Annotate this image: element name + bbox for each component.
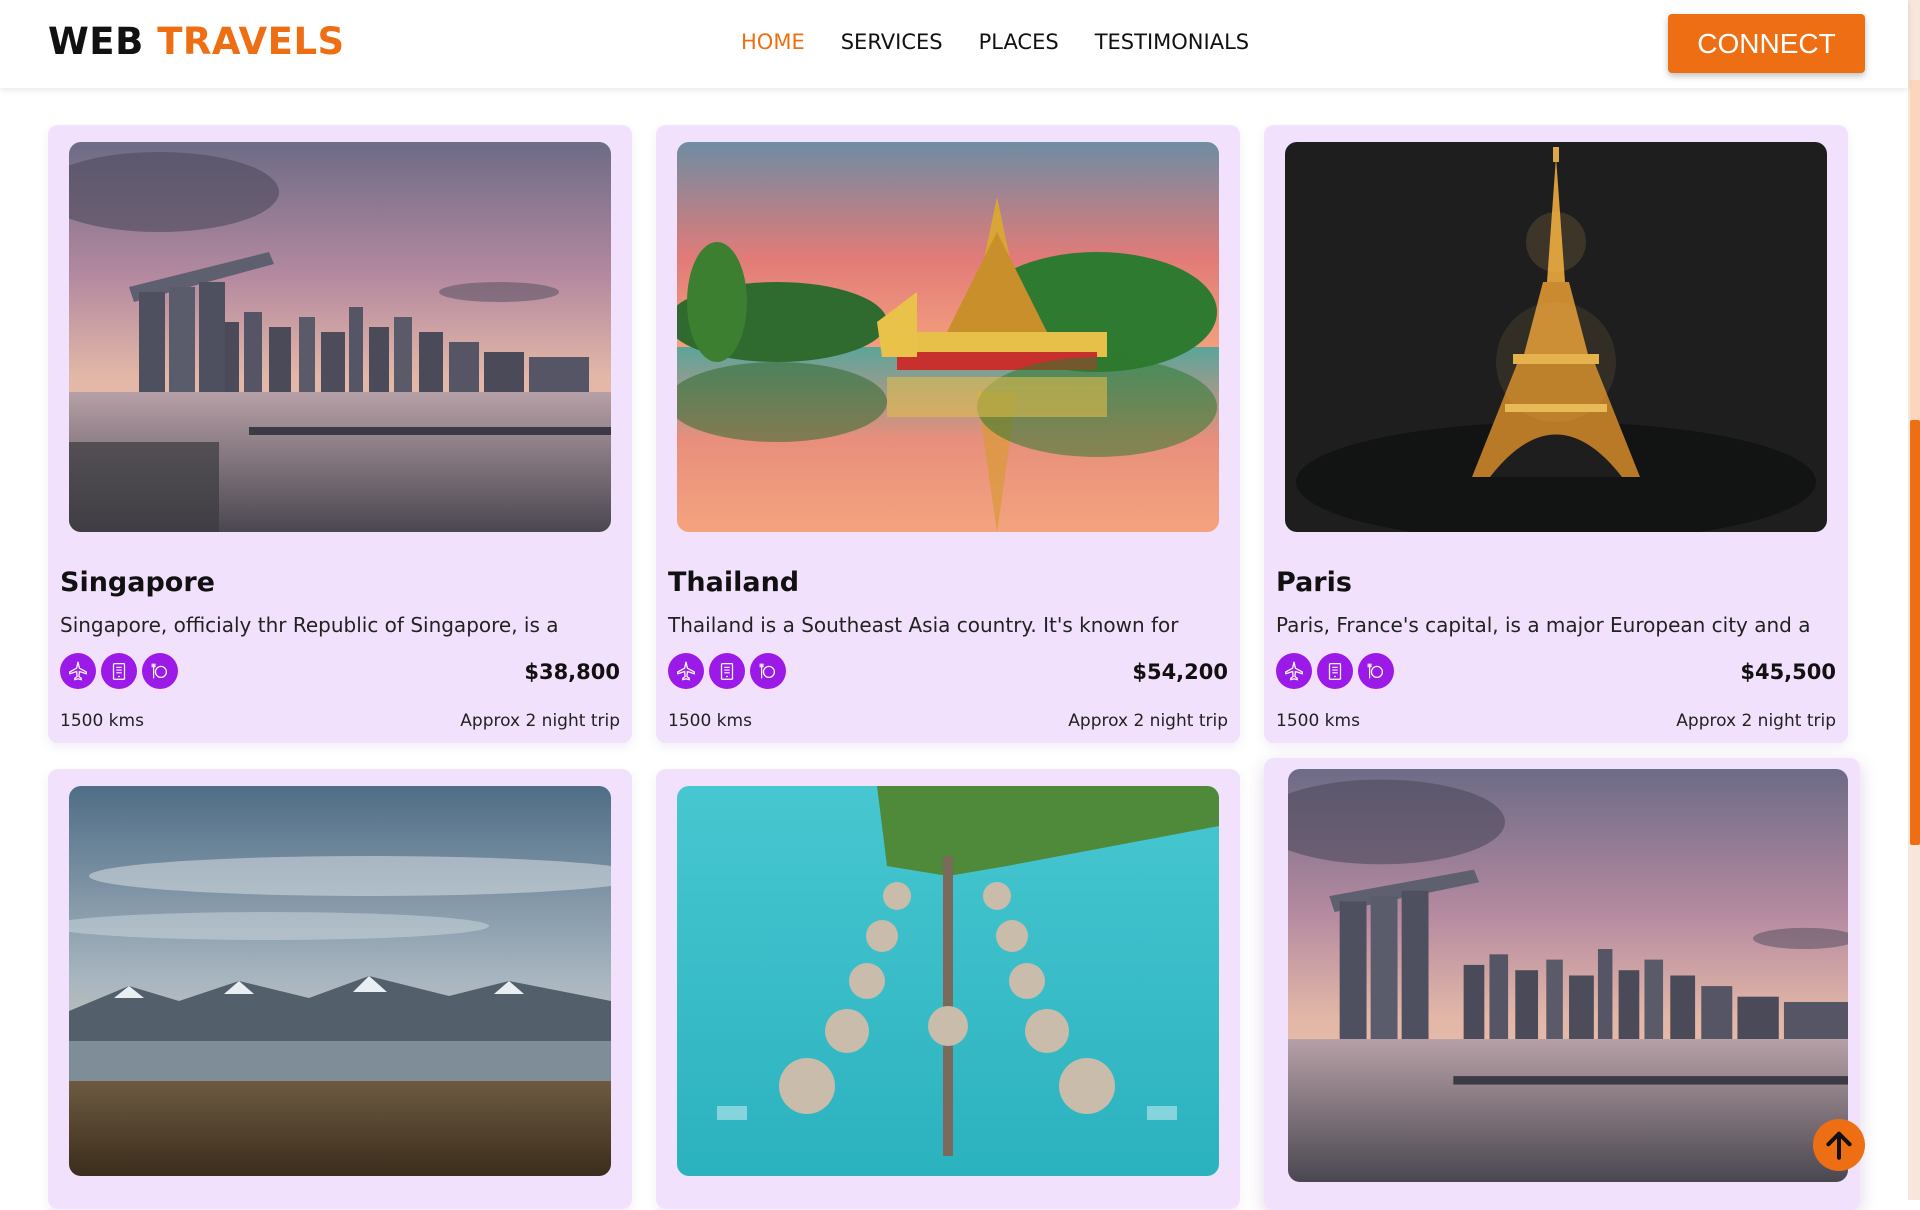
card-description: Thailand is a Southeast Asia country. It…	[668, 613, 1179, 637]
card-trip-duration: Approx 2 night trip	[460, 711, 620, 731]
card-distance: 1500 kms	[1276, 711, 1360, 731]
back-to-top-button[interactable]	[1813, 1119, 1865, 1171]
card-price: $38,800	[524, 660, 620, 684]
nav-places[interactable]: PLACES	[979, 30, 1059, 54]
card-description: Paris, France's capital, is a major Euro…	[1276, 613, 1811, 637]
singapore-image-2	[1288, 769, 1848, 1182]
place-card-bungalows[interactable]	[656, 769, 1240, 1209]
nav-testimonials[interactable]: TESTIMONIALS	[1095, 30, 1249, 54]
feature-icons	[1276, 653, 1394, 689]
card-description: Singapore, officialy thr Republic of Sin…	[60, 613, 559, 637]
scrollbar-track-upper	[1910, 80, 1920, 420]
scrollbar-thumb[interactable]	[1910, 420, 1920, 845]
hotel-icon	[1317, 653, 1353, 689]
place-card-singapore-2[interactable]	[1264, 758, 1860, 1210]
feature-icons	[60, 653, 178, 689]
card-title: Paris	[1276, 567, 1352, 598]
mountain-lake-image	[69, 786, 611, 1176]
card-distance: 1500 kms	[668, 711, 752, 731]
place-card-mountain-lake[interactable]	[48, 769, 632, 1209]
card-trip-duration: Approx 2 night trip	[1676, 711, 1836, 731]
place-card-singapore[interactable]: Singapore Singapore, officialy thr Repub…	[48, 125, 632, 743]
card-trip-duration: Approx 2 night trip	[1068, 711, 1228, 731]
hotel-icon	[709, 653, 745, 689]
site-header: WEB TRAVELS HOME SERVICES PLACES TESTIMO…	[0, 0, 1908, 88]
thailand-image	[677, 142, 1219, 532]
plane-icon	[668, 653, 704, 689]
hotel-icon	[101, 653, 137, 689]
nav-services[interactable]: SERVICES	[841, 30, 943, 54]
food-icon	[750, 653, 786, 689]
connect-button[interactable]: CONNECT	[1668, 14, 1865, 73]
nav-home[interactable]: HOME	[741, 30, 805, 54]
feature-icons	[668, 653, 786, 689]
bungalows-image	[677, 786, 1219, 1176]
card-distance: 1500 kms	[60, 711, 144, 731]
main-nav: HOME SERVICES PLACES TESTIMONIALS	[741, 30, 1285, 54]
paris-image	[1285, 142, 1827, 532]
card-price: $45,500	[1740, 660, 1836, 684]
food-icon	[1358, 653, 1394, 689]
logo-text-travels: TRAVELS	[157, 20, 345, 63]
place-card-thailand[interactable]: Thailand Thailand is a Southeast Asia co…	[656, 125, 1240, 743]
logo[interactable]: WEB TRAVELS	[48, 20, 345, 63]
food-icon	[142, 653, 178, 689]
place-card-paris[interactable]: Paris Paris, France's capital, is a majo…	[1264, 125, 1848, 743]
arrow-up-icon	[1826, 1131, 1852, 1160]
logo-text-web: WEB	[48, 20, 144, 63]
singapore-image	[69, 142, 611, 532]
card-title: Thailand	[668, 567, 800, 598]
card-price: $54,200	[1132, 660, 1228, 684]
plane-icon	[60, 653, 96, 689]
plane-icon	[1276, 653, 1312, 689]
card-title: Singapore	[60, 567, 215, 598]
